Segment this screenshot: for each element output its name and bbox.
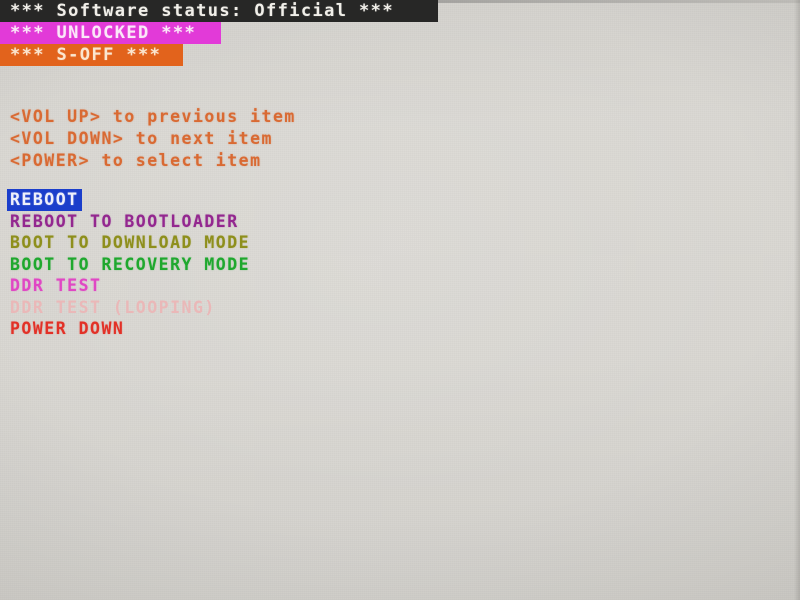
- menu-row: BOOT TO DOWNLOAD MODE: [10, 232, 253, 254]
- menu-item-boot-to-download-mode[interactable]: BOOT TO DOWNLOAD MODE: [7, 232, 253, 254]
- menu-row: REBOOT TO BOOTLOADER: [10, 211, 253, 233]
- menu-item-ddr-test-looping[interactable]: DDR TEST (LOOPING): [7, 297, 219, 319]
- menu-item-ddr-test[interactable]: DDR TEST: [7, 275, 104, 297]
- status-line-s-off: *** S-OFF ***: [0, 44, 183, 66]
- menu-item-reboot[interactable]: REBOOT: [7, 189, 82, 211]
- menu-item-boot-to-recovery-mode[interactable]: BOOT TO RECOVERY MODE: [7, 254, 253, 276]
- menu-row: BOOT TO RECOVERY MODE: [10, 254, 253, 276]
- menu-row: DDR TEST (LOOPING): [10, 297, 253, 319]
- screen-content: *** Software status: Official *** *** UN…: [0, 0, 800, 600]
- status-line-unlocked: *** UNLOCKED ***: [0, 22, 221, 44]
- boot-menu: REBOOT REBOOT TO BOOTLOADER BOOT TO DOWN…: [7, 189, 253, 340]
- bootloader-screen: *** Software status: Official *** *** UN…: [0, 0, 800, 600]
- hint-power: <POWER> to select item: [10, 151, 262, 170]
- menu-row: POWER DOWN: [10, 318, 253, 340]
- menu-item-power-down[interactable]: POWER DOWN: [7, 318, 127, 340]
- menu-row: REBOOT: [7, 189, 253, 211]
- key-hints: <VOL UP> to previous item <VOL DOWN> to …: [10, 106, 296, 172]
- menu-row: DDR TEST: [10, 275, 253, 297]
- hint-vol-up: <VOL UP> to previous item: [10, 107, 296, 126]
- hint-vol-down: <VOL DOWN> to next item: [10, 129, 273, 148]
- status-line-software: *** Software status: Official ***: [0, 0, 438, 22]
- menu-item-reboot-to-bootloader[interactable]: REBOOT TO BOOTLOADER: [7, 211, 242, 233]
